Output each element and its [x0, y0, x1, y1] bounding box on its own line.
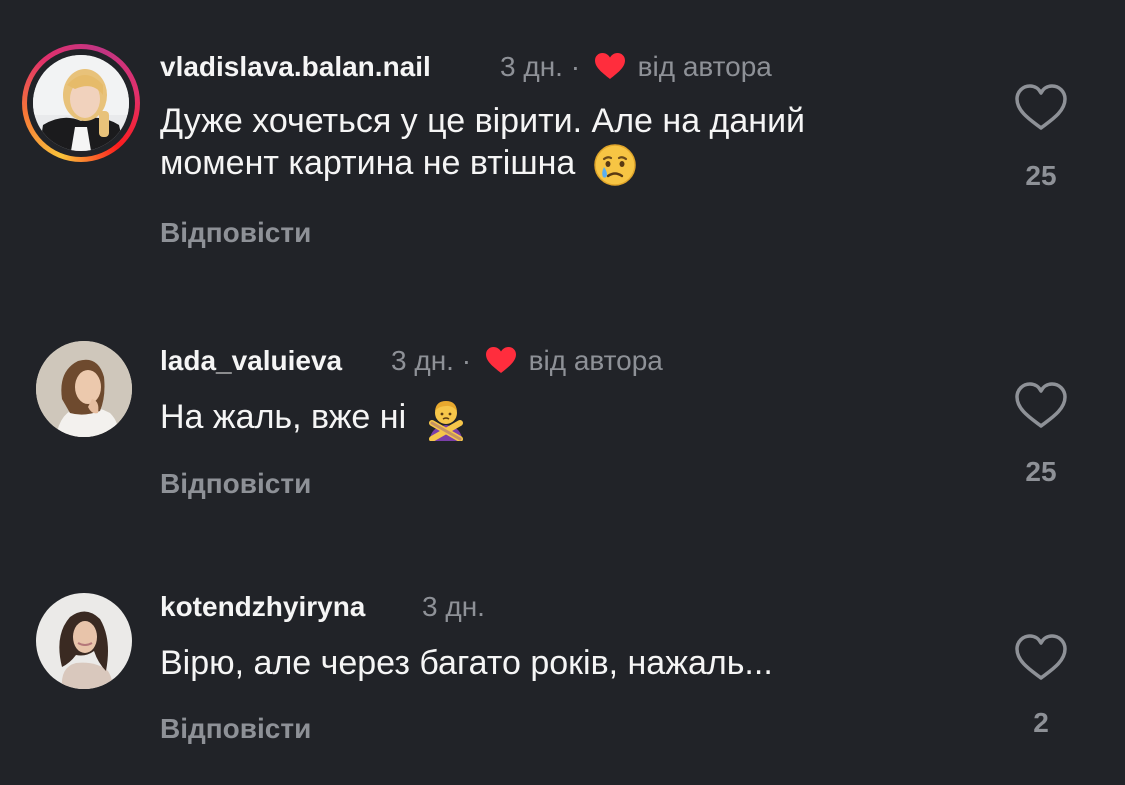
comment-time: 3 дн. — [422, 591, 485, 622]
like-count: 2 — [1033, 707, 1049, 738]
avatar[interactable] — [36, 593, 132, 689]
reply-button[interactable]: Відповісти — [160, 713, 311, 745]
comment-meta: 3 дн. — [422, 591, 485, 623]
comment-text: Вірю, але через багато років, нажаль... — [160, 644, 773, 682]
like-heart-icon[interactable] — [1014, 633, 1068, 681]
comment-username[interactable]: kotendzhyiryna — [160, 591, 365, 623]
comment-3: kotendzhyiryna 3 дн. Вірю, але через баг… — [0, 0, 1125, 785]
